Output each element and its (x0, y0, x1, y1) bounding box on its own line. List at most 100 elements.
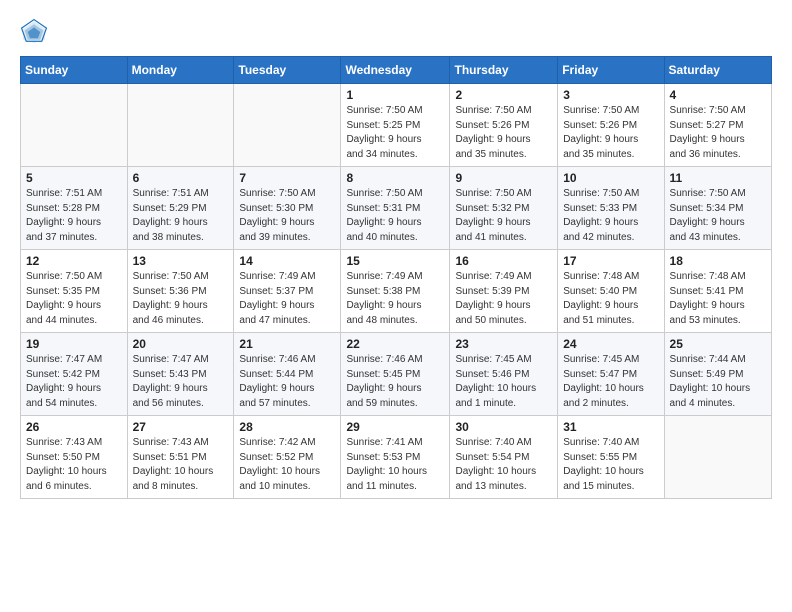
day-number: 9 (455, 171, 552, 185)
day-number: 1 (346, 88, 444, 102)
day-info: Sunrise: 7:50 AM Sunset: 5:25 PM Dayligh… (346, 104, 444, 162)
logo-icon (20, 18, 48, 46)
day-info: Sunrise: 7:43 AM Sunset: 5:50 PM Dayligh… (26, 436, 122, 494)
day-cell: 6 Sunrise: 7:51 AM Sunset: 5:29 PM Daylig… (127, 167, 234, 250)
day-cell (664, 416, 771, 499)
day-info: Sunrise: 7:40 AM Sunset: 5:54 PM Dayligh… (455, 436, 552, 494)
week-row-2: 5 Sunrise: 7:51 AM Sunset: 5:28 PM Daylig… (21, 167, 772, 250)
day-number: 18 (670, 254, 766, 268)
day-info: Sunrise: 7:50 AM Sunset: 5:31 PM Dayligh… (346, 187, 444, 245)
day-number: 21 (239, 337, 335, 351)
weekday-header-row: SundayMondayTuesdayWednesdayThursdayFrid… (21, 57, 772, 84)
day-cell (234, 84, 341, 167)
day-number: 7 (239, 171, 335, 185)
page: SundayMondayTuesdayWednesdayThursdayFrid… (0, 0, 792, 612)
day-info: Sunrise: 7:49 AM Sunset: 5:37 PM Dayligh… (239, 270, 335, 328)
day-info: Sunrise: 7:46 AM Sunset: 5:45 PM Dayligh… (346, 353, 444, 411)
day-cell: 22Sunrise: 7:46 AM Sunset: 5:45 PM Dayli… (341, 333, 450, 416)
day-number: 29 (346, 420, 444, 434)
day-cell: 27 Sunrise: 7:43 AM Sunset: 5:51 PM Dayli… (127, 416, 234, 499)
day-cell: 15Sunrise: 7:49 AM Sunset: 5:38 PM Dayli… (341, 250, 450, 333)
weekday-header-wednesday: Wednesday (341, 57, 450, 84)
day-cell: 7 Sunrise: 7:50 AM Sunset: 5:30 PM Daylig… (234, 167, 341, 250)
day-info: Sunrise: 7:51 AM Sunset: 5:29 PM Dayligh… (133, 187, 229, 245)
day-info: Sunrise: 7:44 AM Sunset: 5:49 PM Dayligh… (670, 353, 766, 411)
day-number: 23 (455, 337, 552, 351)
day-number: 6 (133, 171, 229, 185)
day-cell: 20 Sunrise: 7:47 AM Sunset: 5:43 PM Dayli… (127, 333, 234, 416)
header (20, 18, 772, 46)
weekday-header-saturday: Saturday (664, 57, 771, 84)
day-number: 20 (133, 337, 229, 351)
day-number: 13 (133, 254, 229, 268)
day-number: 31 (563, 420, 658, 434)
day-info: Sunrise: 7:42 AM Sunset: 5:52 PM Dayligh… (239, 436, 335, 494)
day-cell: 1 Sunrise: 7:50 AM Sunset: 5:25 PM Daylig… (341, 84, 450, 167)
weekday-header-sunday: Sunday (21, 57, 128, 84)
day-number: 5 (26, 171, 122, 185)
day-info: Sunrise: 7:43 AM Sunset: 5:51 PM Dayligh… (133, 436, 229, 494)
day-info: Sunrise: 7:50 AM Sunset: 5:26 PM Dayligh… (563, 104, 658, 162)
day-cell: 30Sunrise: 7:40 AM Sunset: 5:54 PM Dayli… (450, 416, 558, 499)
weekday-header-monday: Monday (127, 57, 234, 84)
day-info: Sunrise: 7:48 AM Sunset: 5:41 PM Dayligh… (670, 270, 766, 328)
day-number: 24 (563, 337, 658, 351)
day-number: 28 (239, 420, 335, 434)
day-info: Sunrise: 7:50 AM Sunset: 5:30 PM Dayligh… (239, 187, 335, 245)
day-info: Sunrise: 7:50 AM Sunset: 5:26 PM Dayligh… (455, 104, 552, 162)
day-number: 17 (563, 254, 658, 268)
day-info: Sunrise: 7:49 AM Sunset: 5:38 PM Dayligh… (346, 270, 444, 328)
day-cell: 29 Sunrise: 7:41 AM Sunset: 5:53 PM Dayli… (341, 416, 450, 499)
day-info: Sunrise: 7:47 AM Sunset: 5:42 PM Dayligh… (26, 353, 122, 411)
day-cell: 26 Sunrise: 7:43 AM Sunset: 5:50 PM Dayli… (21, 416, 128, 499)
day-info: Sunrise: 7:50 AM Sunset: 5:36 PM Dayligh… (133, 270, 229, 328)
day-info: Sunrise: 7:50 AM Sunset: 5:32 PM Dayligh… (455, 187, 552, 245)
day-info: Sunrise: 7:41 AM Sunset: 5:53 PM Dayligh… (346, 436, 444, 494)
day-cell: 10 Sunrise: 7:50 AM Sunset: 5:33 PM Dayli… (558, 167, 664, 250)
day-cell: 9 Sunrise: 7:50 AM Sunset: 5:32 PM Daylig… (450, 167, 558, 250)
day-number: 3 (563, 88, 658, 102)
day-cell: 14 Sunrise: 7:49 AM Sunset: 5:37 PM Dayli… (234, 250, 341, 333)
day-number: 10 (563, 171, 658, 185)
day-cell: 18 Sunrise: 7:48 AM Sunset: 5:41 PM Dayli… (664, 250, 771, 333)
logo (20, 18, 52, 46)
day-number: 25 (670, 337, 766, 351)
week-row-3: 12 Sunrise: 7:50 AM Sunset: 5:35 PM Dayli… (21, 250, 772, 333)
day-info: Sunrise: 7:50 AM Sunset: 5:33 PM Dayligh… (563, 187, 658, 245)
day-cell: 25 Sunrise: 7:44 AM Sunset: 5:49 PM Dayli… (664, 333, 771, 416)
day-cell: 12 Sunrise: 7:50 AM Sunset: 5:35 PM Dayli… (21, 250, 128, 333)
weekday-header-friday: Friday (558, 57, 664, 84)
day-number: 12 (26, 254, 122, 268)
day-cell: 11Sunrise: 7:50 AM Sunset: 5:34 PM Dayli… (664, 167, 771, 250)
day-info: Sunrise: 7:46 AM Sunset: 5:44 PM Dayligh… (239, 353, 335, 411)
day-cell: 31 Sunrise: 7:40 AM Sunset: 5:55 PM Dayli… (558, 416, 664, 499)
day-cell: 5 Sunrise: 7:51 AM Sunset: 5:28 PM Daylig… (21, 167, 128, 250)
day-info: Sunrise: 7:50 AM Sunset: 5:34 PM Dayligh… (670, 187, 766, 245)
week-row-5: 26 Sunrise: 7:43 AM Sunset: 5:50 PM Dayli… (21, 416, 772, 499)
day-cell: 24 Sunrise: 7:45 AM Sunset: 5:47 PM Dayli… (558, 333, 664, 416)
day-cell: 2 Sunrise: 7:50 AM Sunset: 5:26 PM Daylig… (450, 84, 558, 167)
day-cell: 8 Sunrise: 7:50 AM Sunset: 5:31 PM Daylig… (341, 167, 450, 250)
day-cell: 13 Sunrise: 7:50 AM Sunset: 5:36 PM Dayli… (127, 250, 234, 333)
day-number: 26 (26, 420, 122, 434)
day-info: Sunrise: 7:45 AM Sunset: 5:47 PM Dayligh… (563, 353, 658, 411)
day-number: 19 (26, 337, 122, 351)
day-number: 8 (346, 171, 444, 185)
day-number: 27 (133, 420, 229, 434)
day-cell: 28 Sunrise: 7:42 AM Sunset: 5:52 PM Dayli… (234, 416, 341, 499)
day-number: 4 (670, 88, 766, 102)
day-number: 14 (239, 254, 335, 268)
weekday-header-thursday: Thursday (450, 57, 558, 84)
week-row-1: 1 Sunrise: 7:50 AM Sunset: 5:25 PM Daylig… (21, 84, 772, 167)
day-info: Sunrise: 7:48 AM Sunset: 5:40 PM Dayligh… (563, 270, 658, 328)
day-info: Sunrise: 7:45 AM Sunset: 5:46 PM Dayligh… (455, 353, 552, 411)
day-cell: 4Sunrise: 7:50 AM Sunset: 5:27 PM Daylig… (664, 84, 771, 167)
day-info: Sunrise: 7:50 AM Sunset: 5:35 PM Dayligh… (26, 270, 122, 328)
day-info: Sunrise: 7:49 AM Sunset: 5:39 PM Dayligh… (455, 270, 552, 328)
week-row-4: 19 Sunrise: 7:47 AM Sunset: 5:42 PM Dayli… (21, 333, 772, 416)
day-info: Sunrise: 7:51 AM Sunset: 5:28 PM Dayligh… (26, 187, 122, 245)
day-info: Sunrise: 7:47 AM Sunset: 5:43 PM Dayligh… (133, 353, 229, 411)
day-number: 2 (455, 88, 552, 102)
day-cell (127, 84, 234, 167)
day-info: Sunrise: 7:40 AM Sunset: 5:55 PM Dayligh… (563, 436, 658, 494)
